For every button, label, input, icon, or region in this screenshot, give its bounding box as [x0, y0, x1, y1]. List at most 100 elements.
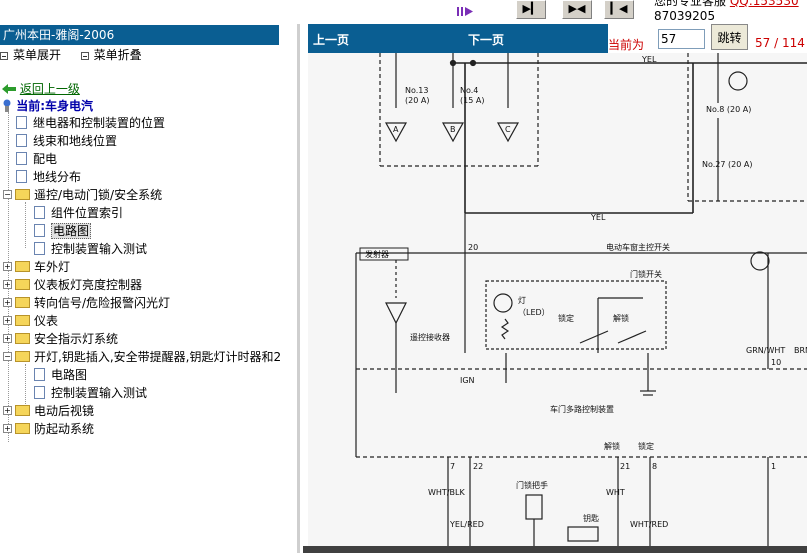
- pin-20: 20: [468, 243, 478, 252]
- tree-item-label: 转向信号/危险报警闪光灯: [34, 296, 171, 310]
- page-number-input[interactable]: [658, 29, 705, 49]
- expand-toggle-icon[interactable]: +: [3, 280, 12, 289]
- wire-yel-mid: YEL: [590, 213, 606, 222]
- current-node-label: 车身电汽: [45, 99, 94, 113]
- document-icon: [34, 242, 45, 255]
- tree-item-label: 防起动系统: [34, 422, 95, 436]
- play-right-icon: ▶▎: [522, 2, 540, 15]
- folder-icon: [15, 423, 30, 434]
- tree-folder[interactable]: + 仪表: [3, 312, 58, 330]
- folder-icon: [15, 261, 30, 272]
- multiplex-unit-label: 车门多路控制装置: [550, 404, 614, 414]
- tree-folder-security[interactable]: − 遥控/电动门锁/安全系统: [3, 186, 162, 204]
- expand-toggle-icon[interactable]: +: [3, 334, 12, 343]
- tree-folder[interactable]: + 防起动系统: [3, 420, 94, 438]
- collapse-toggle-icon[interactable]: −: [3, 190, 12, 199]
- next-page-link[interactable]: 下一页: [468, 31, 504, 48]
- tree-item-label: 安全指示灯系统: [34, 332, 119, 346]
- collapse-toggle-icon[interactable]: −: [3, 352, 12, 361]
- current-node-icon: [3, 99, 11, 112]
- viewer-pane: 上一页 下一页 当前为 跳转 57 / 114 No.13 (20 A) No.…: [303, 24, 807, 553]
- tree-folder[interactable]: + 电动后视镜: [3, 402, 94, 420]
- tree-item[interactable]: 控制装置输入测试: [34, 240, 147, 258]
- document-icon: [16, 116, 27, 129]
- play-left-icon: ▎◀: [610, 2, 628, 15]
- page-nav-bar: 上一页 下一页 当前为 跳转 57 / 114: [308, 24, 807, 53]
- back-link[interactable]: 返回上一级: [2, 80, 80, 97]
- tree-item-label: 控制装置输入测试: [51, 242, 148, 256]
- tree-item-label: 仪表: [34, 314, 59, 328]
- pin-10: 10: [771, 358, 781, 367]
- page-jump: 当前为 跳转 57 / 114: [608, 24, 807, 53]
- support-qq-link[interactable]: QQ:153530: [730, 0, 799, 8]
- current-prefix: 当前:: [16, 99, 45, 113]
- tree-actions: 菜单展开 菜单折叠: [0, 46, 142, 64]
- prev-page-link[interactable]: 上一页: [313, 31, 349, 48]
- current-node: 当前:车身电汽: [2, 97, 93, 114]
- wire-yel-top: YEL: [641, 55, 657, 64]
- tree-item[interactable]: 组件位置索引: [34, 204, 123, 222]
- back-arrow-icon: [2, 83, 16, 94]
- tree-item-label: 地线分布: [33, 170, 82, 184]
- expand-all-link[interactable]: 菜单展开: [13, 48, 61, 62]
- collapse-icon: [80, 51, 89, 60]
- tree-item-label: 配电: [33, 152, 58, 166]
- tree-item[interactable]: 配电: [16, 150, 57, 168]
- tree-item[interactable]: 地线分布: [16, 168, 81, 186]
- tree-item-label: 车外灯: [34, 260, 71, 274]
- pin-1: 1: [771, 462, 776, 471]
- lock-label: 锁定: [558, 313, 574, 323]
- document-icon: [16, 134, 27, 147]
- tree-folder[interactable]: + 转向信号/危险报警闪光灯: [3, 294, 170, 312]
- tree-item-selected[interactable]: 电路图: [34, 222, 92, 240]
- support-note: 您的专业客服 QQ:153530 87039205: [654, 0, 799, 24]
- connector-b-label: B: [450, 125, 456, 134]
- tree-item-label: 电路图: [51, 368, 88, 382]
- folder-open-icon: [15, 189, 30, 200]
- tree-folder-key-reminder[interactable]: − 开灯,钥匙插入,安全带提醒器,钥匙灯计时器和2: [3, 348, 281, 366]
- tree-item[interactable]: 线束和地线位置: [16, 132, 117, 150]
- tree-folder[interactable]: + 安全指示灯系统: [3, 330, 118, 348]
- expand-toggle-icon[interactable]: +: [3, 424, 12, 433]
- tree-item-label: 控制装置输入测试: [51, 386, 148, 400]
- expand-toggle-icon[interactable]: +: [3, 316, 12, 325]
- folder-icon: [15, 405, 30, 416]
- fuse4-label: No.4: [460, 86, 478, 95]
- tree-item-label: 遥控/电动门锁/安全系统: [34, 188, 163, 202]
- tree-item[interactable]: 继电器和控制装置的位置: [16, 114, 165, 132]
- tree-item-label: 继电器和控制装置的位置: [33, 116, 166, 130]
- expand-toggle-icon[interactable]: +: [3, 406, 12, 415]
- prev-frame-button[interactable]: ▎◀: [604, 0, 634, 19]
- door-switch-label: 门锁开关: [630, 269, 662, 279]
- tree-item[interactable]: 电路图: [34, 366, 87, 384]
- tree-folder[interactable]: + 仪表板灯亮度控制器: [3, 276, 142, 294]
- key-label: 钥匙: [583, 513, 599, 523]
- master-switch-label: 电动车窗主控开关: [606, 242, 670, 252]
- goto-button[interactable]: 跳转: [711, 24, 748, 50]
- pin-7: 7: [450, 462, 455, 471]
- fuse13-label: No.13: [405, 86, 428, 95]
- current-page-label: 当前为: [608, 38, 645, 52]
- pin-8: 8: [652, 462, 657, 471]
- lamp-label: 灯: [518, 295, 526, 305]
- tree-folder[interactable]: + 车外灯: [3, 258, 70, 276]
- wire-wht-blk: WHT/BLK: [428, 488, 465, 497]
- remote-receiver-label: 遥控接收器: [410, 332, 450, 342]
- connector-c-label: C: [505, 125, 511, 134]
- wire-brn: BRN: [794, 346, 807, 355]
- expand-toggle-icon[interactable]: +: [3, 262, 12, 271]
- document-icon: [16, 170, 27, 183]
- support-phone: 87039205: [654, 9, 716, 23]
- document-icon: [34, 386, 45, 399]
- fit-button[interactable]: ▶◀: [562, 0, 592, 19]
- tree-item[interactable]: 控制装置输入测试: [34, 384, 147, 402]
- tree-item-label: 电动后视镜: [34, 404, 95, 418]
- next-frame-button[interactable]: ▶▎: [516, 0, 546, 19]
- collapse-all-link[interactable]: 菜单折叠: [94, 48, 142, 62]
- fit-icon: ▶◀: [568, 2, 586, 15]
- circuit-diagram-svg: No.13 (20 A) No.4 (15 A) A B C YEL No.8 …: [355, 53, 807, 546]
- fuse8-label: No.8 (20 A): [706, 105, 751, 114]
- tree-item-label: 线束和地线位置: [33, 134, 118, 148]
- expand-toggle-icon[interactable]: +: [3, 298, 12, 307]
- tree-item-label: 组件位置索引: [51, 206, 124, 220]
